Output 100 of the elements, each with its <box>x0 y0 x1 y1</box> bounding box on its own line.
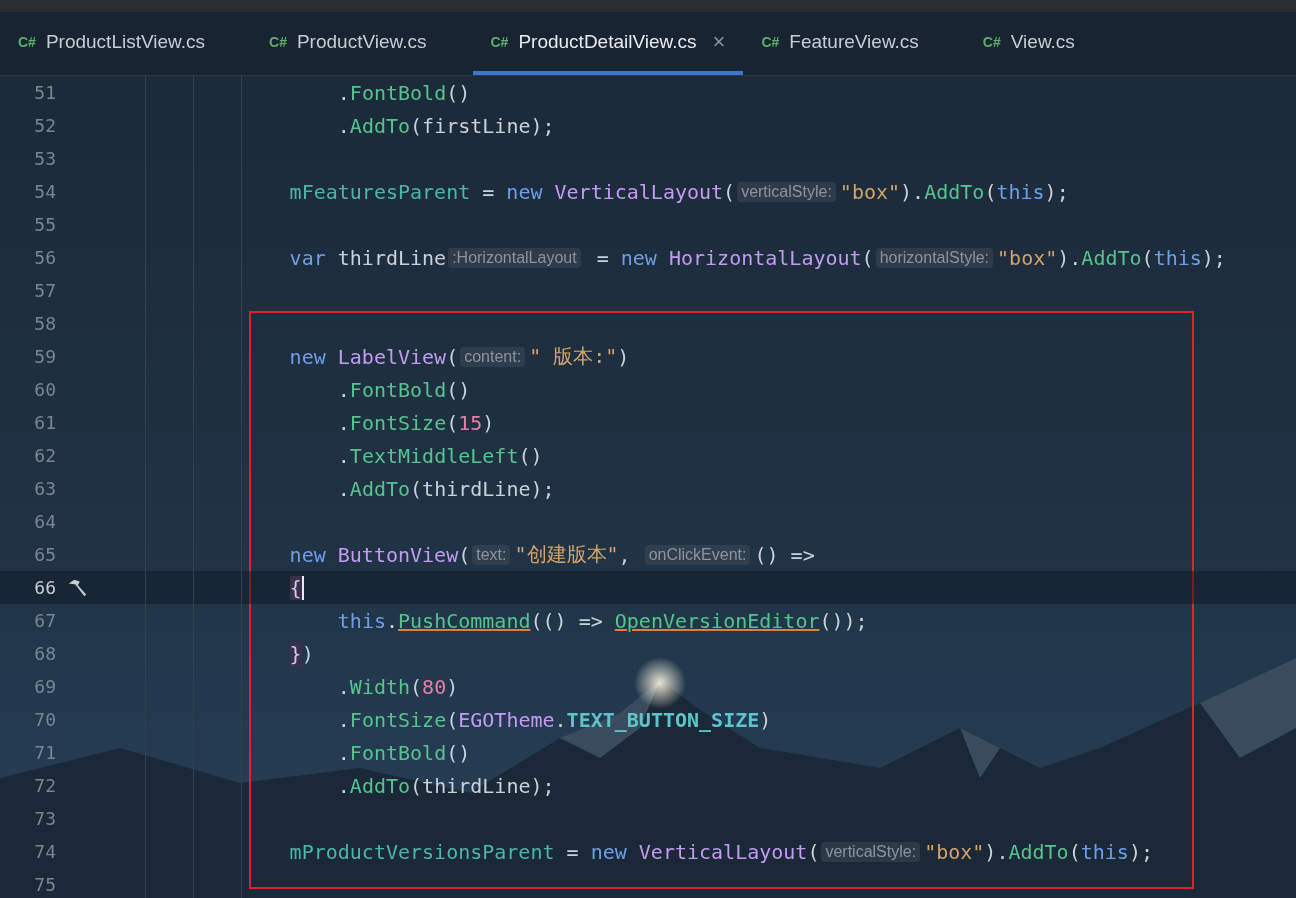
code-token: this <box>1153 245 1202 270</box>
code-token: ) <box>617 344 630 369</box>
line-number: 60 <box>33 379 56 400</box>
line-number: 57 <box>33 280 56 301</box>
code-token: () <box>446 740 471 765</box>
code-token: PushCommand <box>398 608 531 633</box>
code-token: () <box>446 377 471 402</box>
line-number: 74 <box>33 841 56 862</box>
parameter-hint: verticalStyle: <box>737 181 836 202</box>
code-token: ( <box>458 542 471 567</box>
code-token: var <box>289 245 326 270</box>
line-number: 59 <box>33 346 56 367</box>
code-token: . <box>337 674 350 699</box>
code-token: TEXT_BUTTON_SIZE <box>566 707 760 732</box>
close-tab-button[interactable]: × <box>712 28 726 55</box>
code-token: FontBold <box>349 80 447 105</box>
parameter-hint: horizontalStyle: <box>875 247 994 268</box>
code-token: this <box>996 179 1045 204</box>
code-token: VerticalLayout <box>554 179 724 204</box>
code-token: , <box>618 542 632 567</box>
csharp-file-label: C# <box>490 33 509 50</box>
code-token: AddTo <box>349 773 411 798</box>
code-token: FontSize <box>349 707 447 732</box>
line-number: 52 <box>33 115 56 136</box>
code-token: HorizontalLayout <box>668 245 862 270</box>
line-number: 51 <box>33 82 56 103</box>
parameter-hint: content: <box>460 346 526 367</box>
line-number: 75 <box>33 874 56 895</box>
file-tab[interactable]: C# ProductListView.cs <box>18 12 224 75</box>
csharp-file-label: C# <box>269 33 287 50</box>
code-token: . <box>337 377 350 402</box>
line-number: 61 <box>33 412 56 433</box>
code-token: this <box>337 608 386 633</box>
code-token: ); <box>1201 245 1226 270</box>
line-number: 55 <box>33 214 56 235</box>
file-tab[interactable]: C# FeatureView.cs <box>761 12 937 75</box>
code-token: (thirdLine); <box>410 773 555 798</box>
code-token: EGOTheme <box>458 707 555 732</box>
line-number: 69 <box>33 676 56 697</box>
code-token: ) <box>759 707 772 732</box>
code-token: . <box>337 113 350 138</box>
code-token: ( <box>984 179 997 204</box>
line-number: 62 <box>33 445 56 466</box>
code-token: FontBold <box>349 377 447 402</box>
code-token: AddTo <box>1081 245 1142 270</box>
code-token: . <box>337 773 350 798</box>
code-token: new <box>289 344 327 369</box>
code-token: ButtonView <box>337 542 459 567</box>
file-tab[interactable]: C# View.cs <box>982 12 1093 75</box>
tab-title: ProductDetailView.cs <box>518 30 697 53</box>
code-token: () <box>446 80 471 105</box>
code-token: FontBold <box>349 740 447 765</box>
code-token: ) <box>301 641 314 666</box>
parameter-hint: onClickEvent: <box>644 544 751 565</box>
line-number: 54 <box>33 181 56 202</box>
code-token: . <box>337 410 350 435</box>
code-token: ()); <box>819 608 868 633</box>
code-token: TextMiddleLeft <box>349 443 519 468</box>
code-token: new <box>620 245 658 270</box>
code-token: . <box>337 443 350 468</box>
tab-title: ProductView.cs <box>296 30 427 53</box>
code-token: . <box>337 80 350 105</box>
code-token: 80 <box>422 674 447 699</box>
code-token: ( <box>1141 245 1154 270</box>
code-token: new <box>506 179 544 204</box>
code-token: this <box>1080 839 1129 864</box>
line-number: 65 <box>33 544 56 565</box>
line-number: 73 <box>33 808 56 829</box>
code-token: new <box>590 839 628 864</box>
code-token: . <box>337 707 350 732</box>
code-token: = <box>565 839 580 864</box>
code-token: ( <box>446 344 459 369</box>
file-tab[interactable]: C# ProductView.cs <box>269 12 445 75</box>
code-token: OpenVersionEditor <box>614 608 820 633</box>
code-token: ( <box>410 674 423 699</box>
tab-title: ProductListView.cs <box>45 30 206 53</box>
code-token: AddTo <box>924 179 985 204</box>
file-tab[interactable]: C# ProductDetailView.cs × <box>472 12 744 75</box>
code-token: LabelView <box>337 344 447 369</box>
line-number: 66 <box>33 577 56 598</box>
code-token: ( <box>446 707 459 732</box>
code-token: mProductVersionsParent <box>289 839 555 864</box>
line-number: 70 <box>33 709 56 730</box>
code-token: mFeaturesParent <box>289 179 471 204</box>
code-token: ( <box>861 245 874 270</box>
code-token: (() => <box>530 608 604 633</box>
code-token: " 版本:" <box>529 343 618 370</box>
code-token: "box" <box>839 179 901 204</box>
code-token: "box" <box>924 839 985 864</box>
code-token: AddTo <box>349 113 411 138</box>
code-token: ). <box>900 179 925 204</box>
code-token: ) <box>446 674 459 699</box>
tab-title: View.cs <box>1010 30 1075 53</box>
code-token: FontSize <box>349 410 447 435</box>
line-number: 68 <box>33 643 56 664</box>
code-token: (thirdLine); <box>410 476 555 501</box>
csharp-file-label: C# <box>982 33 1001 50</box>
code-token: ( <box>723 179 736 204</box>
tab-title: FeatureView.cs <box>789 30 919 53</box>
line-number: 58 <box>33 313 56 334</box>
